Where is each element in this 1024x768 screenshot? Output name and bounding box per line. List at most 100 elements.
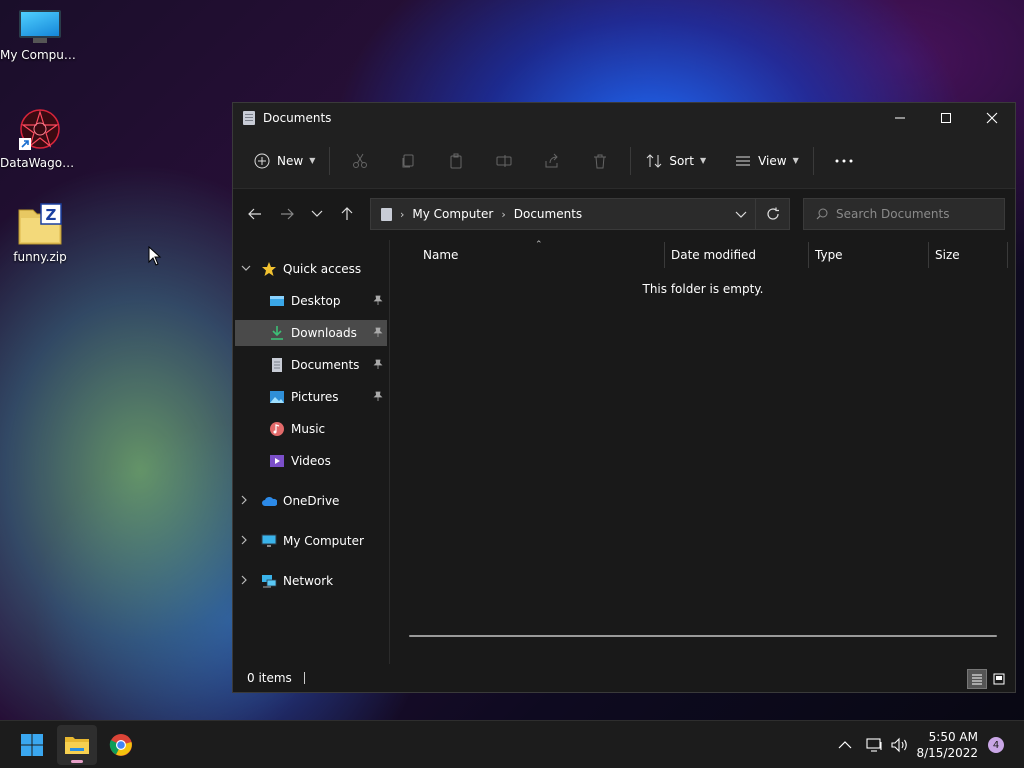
share-button[interactable] <box>528 145 576 177</box>
column-header-type[interactable]: Type <box>815 240 843 270</box>
sidebar-item-quick-access[interactable]: Quick access <box>233 256 389 282</box>
file-explorer-window[interactable]: Documents New ▼ Sort ▼ View ▼ › My Compu… <box>232 102 1016 693</box>
title-bar[interactable]: Documents <box>233 103 1015 133</box>
desktop-icon-funny-zip[interactable]: Z funny.zip <box>0 202 80 264</box>
clock[interactable]: 5:50 AM 8/15/2022 <box>916 729 978 761</box>
maximize-button[interactable] <box>923 103 969 133</box>
desktop-icon-label: DataWagon... <box>0 156 80 170</box>
cut-icon <box>353 153 368 168</box>
breadcrumb-my-computer[interactable]: My Computer <box>412 207 493 221</box>
sidebar-item-label: Network <box>283 574 334 588</box>
sidebar-item-onedrive[interactable]: OneDrive <box>233 488 389 514</box>
column-divider[interactable] <box>928 242 929 268</box>
search-input[interactable] <box>836 207 986 221</box>
arrow-up-icon <box>341 207 353 220</box>
empty-folder-message: This folder is empty. <box>642 282 764 296</box>
address-history-button[interactable] <box>735 208 747 222</box>
file-list[interactable]: Name ⌃ Date modified Type Size This fold… <box>391 240 1015 665</box>
pin-icon[interactable] <box>373 359 383 372</box>
view-label: View <box>758 153 787 168</box>
details-view-icon <box>972 674 982 685</box>
videos-icon <box>269 453 285 469</box>
column-divider[interactable] <box>664 242 665 268</box>
desktop-icon-my-computer[interactable]: My Computer <box>0 10 80 62</box>
column-header-size[interactable]: Size <box>935 240 960 270</box>
sort-button[interactable]: Sort ▼ <box>637 145 714 177</box>
chrome-icon <box>109 734 132 756</box>
sidebar-item-pictures[interactable]: Pictures <box>235 384 387 410</box>
document-icon <box>269 357 285 373</box>
star-icon <box>261 261 277 277</box>
share-icon <box>545 153 559 167</box>
more-options-button[interactable] <box>820 145 868 177</box>
paste-button[interactable] <box>432 145 480 177</box>
download-icon <box>269 325 285 341</box>
minimize-button[interactable] <box>877 103 923 133</box>
details-view-button[interactable] <box>967 669 987 689</box>
recent-locations-button[interactable] <box>303 198 331 230</box>
copy-button[interactable] <box>384 145 432 177</box>
delete-button[interactable] <box>576 145 624 177</box>
sidebar-item-label: Music <box>291 422 326 436</box>
speaker-icon <box>891 737 907 753</box>
tiles-view-icon <box>993 673 1005 685</box>
maximize-icon <box>941 113 951 123</box>
notification-badge[interactable]: 4 <box>988 737 1004 753</box>
sort-ascending-icon: ⌃ <box>535 240 543 250</box>
start-button[interactable] <box>12 725 52 765</box>
toolbar-divider <box>630 146 632 175</box>
breadcrumb-documents[interactable]: Documents <box>514 207 582 221</box>
column-header-name[interactable]: Name <box>423 240 458 270</box>
refresh-icon <box>766 207 779 220</box>
address-bar[interactable]: › My Computer › Documents <box>370 198 790 230</box>
refresh-button[interactable] <box>755 199 789 229</box>
pin-icon[interactable] <box>373 295 383 308</box>
navigation-pane: Quick access Desktop Downloads Documents… <box>233 240 390 665</box>
datawagon-icon <box>17 106 63 152</box>
up-button[interactable] <box>331 198 363 230</box>
zip-file-icon: Z <box>17 202 63 246</box>
clock-time: 5:50 AM <box>928 730 978 744</box>
pin-icon[interactable] <box>373 327 383 340</box>
active-indicator <box>71 760 83 763</box>
horizontal-scrollbar[interactable] <box>409 635 997 637</box>
column-divider[interactable] <box>808 242 809 268</box>
taskbar-file-explorer[interactable] <box>57 725 97 765</box>
rename-button[interactable] <box>480 145 528 177</box>
chevron-right-icon <box>241 535 248 548</box>
sidebar-item-videos[interactable]: Videos <box>235 448 387 474</box>
computer-icon <box>261 533 277 549</box>
chevron-down-icon: ▼ <box>699 156 707 165</box>
status-divider <box>303 672 305 684</box>
sidebar-item-my-computer[interactable]: My Computer <box>233 528 389 554</box>
column-header-date-modified[interactable]: Date modified <box>671 240 756 270</box>
sidebar-item-label: Videos <box>291 454 331 468</box>
cut-button[interactable] <box>336 145 384 177</box>
toolbar-divider <box>329 146 331 175</box>
sidebar-item-desktop[interactable]: Desktop <box>235 288 387 314</box>
sidebar-item-documents[interactable]: Documents <box>235 352 387 378</box>
tiles-view-button[interactable] <box>989 669 1009 689</box>
back-button[interactable] <box>239 198 271 230</box>
new-button[interactable]: New ▼ <box>245 145 323 177</box>
forward-button[interactable] <box>271 198 303 230</box>
sidebar-item-music[interactable]: Music <box>235 416 387 442</box>
sort-icon <box>645 152 663 170</box>
network-status-button[interactable] <box>866 721 884 768</box>
volume-button[interactable] <box>890 721 910 768</box>
close-button[interactable] <box>969 103 1015 133</box>
document-icon <box>381 207 392 221</box>
show-hidden-icons-button[interactable] <box>838 721 852 768</box>
sidebar-item-downloads[interactable]: Downloads <box>235 320 387 346</box>
clock-date: 8/15/2022 <box>916 746 978 760</box>
column-divider[interactable] <box>1007 242 1008 268</box>
view-button[interactable]: View ▼ <box>726 145 807 177</box>
pin-icon[interactable] <box>373 391 383 404</box>
desktop-icon-label: My Computer <box>0 48 80 62</box>
sidebar-item-network[interactable]: Network <box>233 568 389 594</box>
taskbar-chrome[interactable] <box>101 725 141 765</box>
search-box[interactable] <box>803 198 1005 230</box>
desktop-icon-datawagon[interactable]: DataWagon... <box>0 106 80 170</box>
sidebar-item-label: Quick access <box>283 262 362 276</box>
chevron-down-icon <box>311 210 323 217</box>
